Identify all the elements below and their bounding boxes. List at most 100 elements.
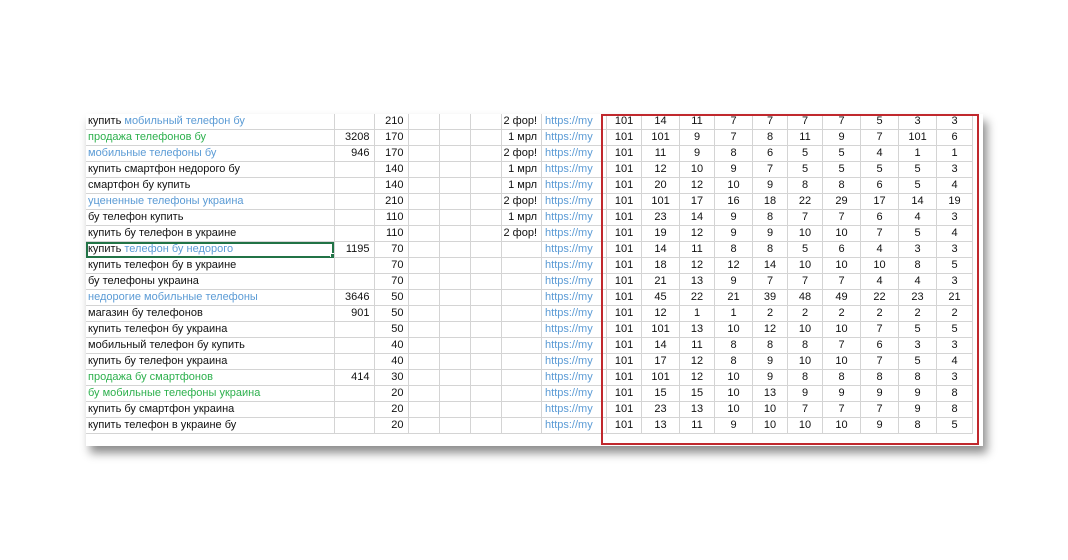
position-cell[interactable]: 20 [641,177,681,194]
empty-cell[interactable] [439,241,471,258]
keyword-cell[interactable]: мобильные телефоны бу [86,145,335,162]
position-cell[interactable]: 9 [752,225,789,242]
keyword-cell[interactable]: купить телефон бу в украине [86,257,335,274]
position-cell[interactable]: 21 [714,289,754,306]
url-cell[interactable]: https://my [541,369,608,386]
count-cell[interactable]: 20 [374,417,409,434]
position-cell[interactable]: 101 [606,401,643,418]
position-cell[interactable]: 10 [822,353,862,370]
url-cell[interactable]: https://my [541,209,608,226]
position-cell[interactable]: 9 [822,129,862,146]
empty-cell[interactable] [470,369,502,386]
position-cell[interactable]: 4 [860,145,900,162]
position-cell[interactable]: 5 [936,417,974,434]
count-cell[interactable]: 70 [374,273,409,290]
empty-cell[interactable] [439,193,471,210]
note-cell[interactable] [501,289,543,306]
position-cell[interactable]: 3 [898,114,938,130]
empty-cell[interactable] [408,257,440,274]
empty-cell[interactable] [439,289,471,306]
fill-handle[interactable] [329,253,333,257]
position-cell[interactable]: 9 [752,353,789,370]
volume-cell[interactable] [334,177,375,194]
position-cell[interactable]: 2 [898,305,938,322]
position-cell[interactable]: 12 [679,177,716,194]
empty-cell[interactable] [470,129,502,146]
position-cell[interactable]: 23 [641,209,681,226]
position-cell[interactable]: 4 [936,353,974,370]
position-cell[interactable]: 3 [936,114,974,130]
position-cell[interactable]: 1 [679,305,716,322]
keyword-cell[interactable]: купить телефон бу недорого [86,241,335,258]
position-cell[interactable]: 7 [714,114,754,130]
position-cell[interactable]: 9 [787,385,824,402]
empty-cell[interactable] [470,114,502,130]
empty-cell[interactable] [408,417,440,434]
volume-cell[interactable] [334,161,375,178]
volume-cell[interactable]: 1195 [334,241,375,258]
url-cell[interactable]: https://my [541,145,608,162]
url-cell[interactable]: https://my [541,257,608,274]
empty-cell[interactable] [408,369,440,386]
position-cell[interactable]: 5 [860,161,900,178]
position-cell[interactable]: 2 [752,305,789,322]
position-cell[interactable]: 10 [714,177,754,194]
position-cell[interactable]: 8 [752,129,789,146]
position-cell[interactable]: 6 [860,209,900,226]
position-cell[interactable]: 5 [860,114,900,130]
position-cell[interactable]: 10 [714,385,754,402]
empty-cell[interactable] [408,161,440,178]
empty-cell[interactable] [439,129,471,146]
count-cell[interactable]: 210 [374,114,409,130]
position-cell[interactable]: 22 [860,289,900,306]
empty-cell[interactable] [470,417,502,434]
empty-cell[interactable] [470,225,502,242]
empty-cell[interactable] [439,417,471,434]
position-cell[interactable]: 7 [822,273,862,290]
position-cell[interactable]: 10 [787,257,824,274]
position-cell[interactable]: 10 [822,257,862,274]
position-cell[interactable]: 3 [898,241,938,258]
note-cell[interactable]: 2 фор! [501,193,543,210]
position-cell[interactable]: 7 [860,401,900,418]
empty-cell[interactable] [439,321,471,338]
position-cell[interactable]: 4 [860,241,900,258]
volume-cell[interactable]: 901 [334,305,375,322]
position-cell[interactable]: 101 [641,369,681,386]
url-cell[interactable]: https://my [541,225,608,242]
position-cell[interactable]: 5 [898,177,938,194]
position-cell[interactable]: 39 [752,289,789,306]
empty-cell[interactable] [439,369,471,386]
position-cell[interactable]: 3 [936,369,974,386]
empty-cell[interactable] [408,129,440,146]
position-cell[interactable]: 10 [822,225,862,242]
url-cell[interactable]: https://my [541,353,608,370]
count-cell[interactable]: 110 [374,209,409,226]
position-cell[interactable]: 101 [641,193,681,210]
position-cell[interactable]: 8 [898,369,938,386]
position-cell[interactable]: 101 [606,241,643,258]
position-cell[interactable]: 21 [641,273,681,290]
keyword-cell[interactable]: недорогие мобильные телефоны [86,289,335,306]
empty-cell[interactable] [408,273,440,290]
position-cell[interactable]: 101 [606,305,643,322]
keyword-cell[interactable]: купить мобильный телефон бу [86,114,335,130]
position-cell[interactable]: 45 [641,289,681,306]
empty-cell[interactable] [439,385,471,402]
count-cell[interactable]: 110 [374,225,409,242]
position-cell[interactable]: 5 [787,145,824,162]
position-cell[interactable]: 10 [752,401,789,418]
position-cell[interactable]: 7 [860,129,900,146]
url-cell[interactable]: https://my [541,241,608,258]
position-cell[interactable]: 8 [936,385,974,402]
position-cell[interactable]: 8 [714,241,754,258]
count-cell[interactable]: 20 [374,385,409,402]
position-cell[interactable]: 7 [860,225,900,242]
count-cell[interactable]: 50 [374,321,409,338]
position-cell[interactable]: 101 [606,353,643,370]
position-cell[interactable]: 6 [822,241,862,258]
position-cell[interactable]: 12 [679,257,716,274]
position-cell[interactable]: 7 [752,114,789,130]
position-cell[interactable]: 10 [787,417,824,434]
count-cell[interactable]: 170 [374,129,409,146]
